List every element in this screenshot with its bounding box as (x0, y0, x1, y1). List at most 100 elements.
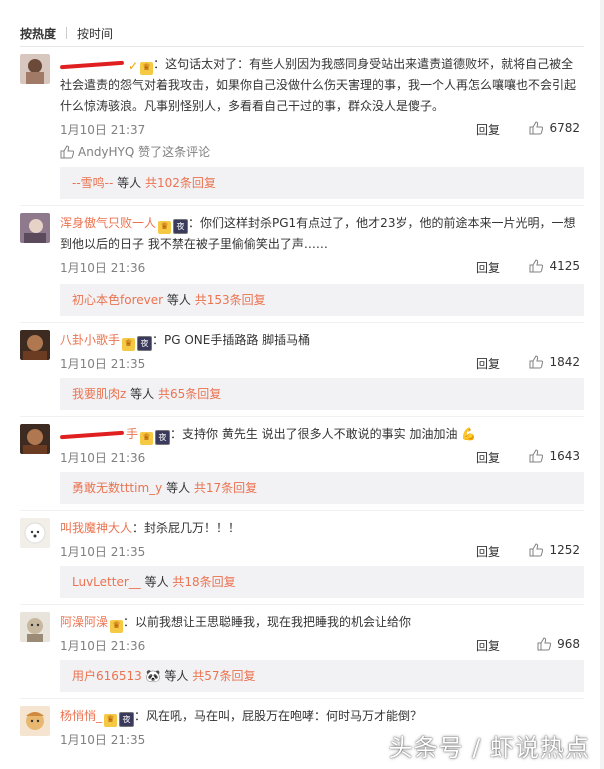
reply-count[interactable]: 共153条回复 (195, 293, 266, 307)
thumbs-up-icon (60, 144, 74, 158)
reply-button[interactable]: 回复 (476, 355, 500, 372)
reply-button[interactable]: 回复 (476, 543, 500, 560)
avatar[interactable] (20, 213, 50, 243)
like-count: 968 (557, 637, 580, 651)
avatar[interactable] (20, 706, 50, 736)
reply-username[interactable]: 用户616513 🐼 (72, 669, 161, 683)
reply-button[interactable]: 回复 (476, 637, 500, 654)
liked-by: AndyHYQ 赞了这条评论 (60, 143, 584, 160)
redacted-username (59, 60, 125, 69)
like-count: 1842 (549, 355, 580, 369)
like-button[interactable]: 1842 (529, 355, 580, 369)
like-count: 1643 (549, 449, 580, 463)
like-count: 4125 (549, 259, 580, 273)
vip-icon: ♛ (110, 620, 124, 633)
like-button[interactable]: 1252 (529, 543, 580, 557)
avatar[interactable] (20, 612, 50, 642)
like-button[interactable]: 968 (537, 637, 580, 651)
reply-username[interactable]: LuvLetter__ (72, 575, 141, 589)
reply-count[interactable]: 共65条回复 (158, 387, 221, 401)
reply-button[interactable]: 回复 (476, 259, 500, 276)
like-button[interactable]: 1643 (529, 449, 580, 463)
reply-count[interactable]: 共57条回复 (192, 669, 255, 683)
comment-username[interactable]: 杨悄悄_ (60, 709, 102, 723)
replies-connector: 等人 (163, 293, 195, 307)
comment-time: 1月10日 21:35 (60, 357, 146, 371)
comment-text: ：PG ONE手插路路 脚插马桶 (152, 333, 311, 347)
thumbs-up-icon (529, 121, 544, 135)
reply-username[interactable]: 我要肌肉z (72, 387, 126, 401)
vip-icon: ♛ (140, 62, 154, 75)
tab-by-time[interactable]: 按时间 (77, 25, 123, 42)
rank-badge-icon: 夜 (155, 430, 171, 445)
liked-by-text: AndyHYQ 赞了这条评论 (78, 145, 211, 159)
tab-by-hot[interactable]: 按热度 (20, 25, 66, 42)
avatar[interactable] (20, 54, 50, 84)
tabs-underline (20, 46, 584, 47)
like-count: 1252 (549, 543, 580, 557)
vip-icon: ♛ (104, 714, 118, 727)
rank-badge-icon: 夜 (119, 712, 135, 727)
comment-username[interactable]: 叫我魔神大人 (60, 521, 132, 535)
reply-username[interactable]: --雪鸣-- (72, 176, 113, 190)
vip-icon: ♛ (158, 221, 172, 234)
comment-text: ：风在吼，马在叫，屁股万在咆哮：何时马万才能倒？ (134, 709, 423, 723)
thumbs-up-icon (529, 355, 544, 369)
verified-icon: ✓ (128, 59, 139, 73)
comment-text: ：封杀屁几万！！！ (132, 521, 241, 535)
divider (20, 205, 584, 206)
like-button[interactable]: 6782 (529, 121, 580, 135)
comment-username[interactable]: 浑身傲气只败一人 (60, 216, 156, 230)
comment-time: 1月10日 21:35 (60, 545, 146, 559)
replies-connector: 等人 (113, 176, 145, 190)
comment-username[interactable]: 阿澡阿澡 (60, 615, 108, 629)
replies-summary[interactable]: 我要肌肉z 等人 共65条回复 (60, 378, 584, 410)
thumbs-up-icon (529, 259, 544, 273)
thumbs-up-icon (529, 543, 544, 557)
reply-username[interactable]: 勇敢无数tttim_y (72, 481, 162, 495)
sort-tabs: 按热度 按时间 (20, 24, 123, 42)
replies-connector: 等人 (160, 669, 193, 683)
comment-time: 1月10日 21:36 (60, 261, 146, 275)
comment-text: ：支持你 黄先生 说出了很多人不敢说的事实 加油加油 💪 (170, 427, 477, 441)
replies-connector: 等人 (140, 575, 173, 589)
comment-time: 1月10日 21:35 (60, 733, 146, 747)
replies-summary[interactable]: 用户616513 🐼 等人 共57条回复 (60, 660, 584, 692)
comment-time: 1月10日 21:37 (60, 123, 146, 137)
rank-badge-icon: 夜 (137, 336, 153, 351)
divider (20, 510, 584, 511)
replies-summary[interactable]: --雪鸣-- 等人 共102条回复 (60, 167, 584, 199)
replies-summary[interactable]: LuvLetter__ 等人 共18条回复 (60, 566, 584, 598)
comment-time: 1月10日 21:36 (60, 451, 146, 465)
divider (20, 604, 584, 605)
replies-connector: 等人 (126, 387, 158, 401)
reply-count[interactable]: 共17条回复 (194, 481, 257, 495)
avatar[interactable] (20, 330, 50, 360)
thumbs-up-icon (537, 637, 552, 651)
avatar[interactable] (20, 518, 50, 548)
like-count: 6782 (549, 121, 580, 135)
like-button[interactable]: 4125 (529, 259, 580, 273)
comment-username[interactable]: 手 (126, 427, 138, 441)
replies-connector: 等人 (162, 481, 194, 495)
replies-summary[interactable]: 勇敢无数tttim_y 等人 共17条回复 (60, 472, 584, 504)
comment-time: 1月10日 21:36 (60, 639, 146, 653)
tab-divider (66, 27, 68, 39)
reply-count[interactable]: 共102条回复 (145, 176, 216, 190)
redacted-username (59, 430, 125, 439)
vip-icon: ♛ (122, 338, 136, 351)
divider (20, 416, 584, 417)
replies-summary[interactable]: 初心本色forever 等人 共153条回复 (60, 284, 584, 316)
reply-button[interactable]: 回复 (476, 121, 500, 138)
rank-badge-icon: 夜 (173, 219, 189, 234)
avatar[interactable] (20, 424, 50, 454)
thumbs-up-icon (529, 449, 544, 463)
reply-button[interactable]: 回复 (476, 449, 500, 466)
reply-count[interactable]: 共18条回复 (172, 575, 235, 589)
divider (20, 698, 584, 699)
vip-icon: ♛ (140, 432, 154, 445)
comment-username[interactable]: 八卦小歌手 (60, 333, 120, 347)
reply-username[interactable]: 初心本色forever (72, 293, 163, 307)
divider (20, 322, 584, 323)
page-edge (600, 0, 604, 769)
